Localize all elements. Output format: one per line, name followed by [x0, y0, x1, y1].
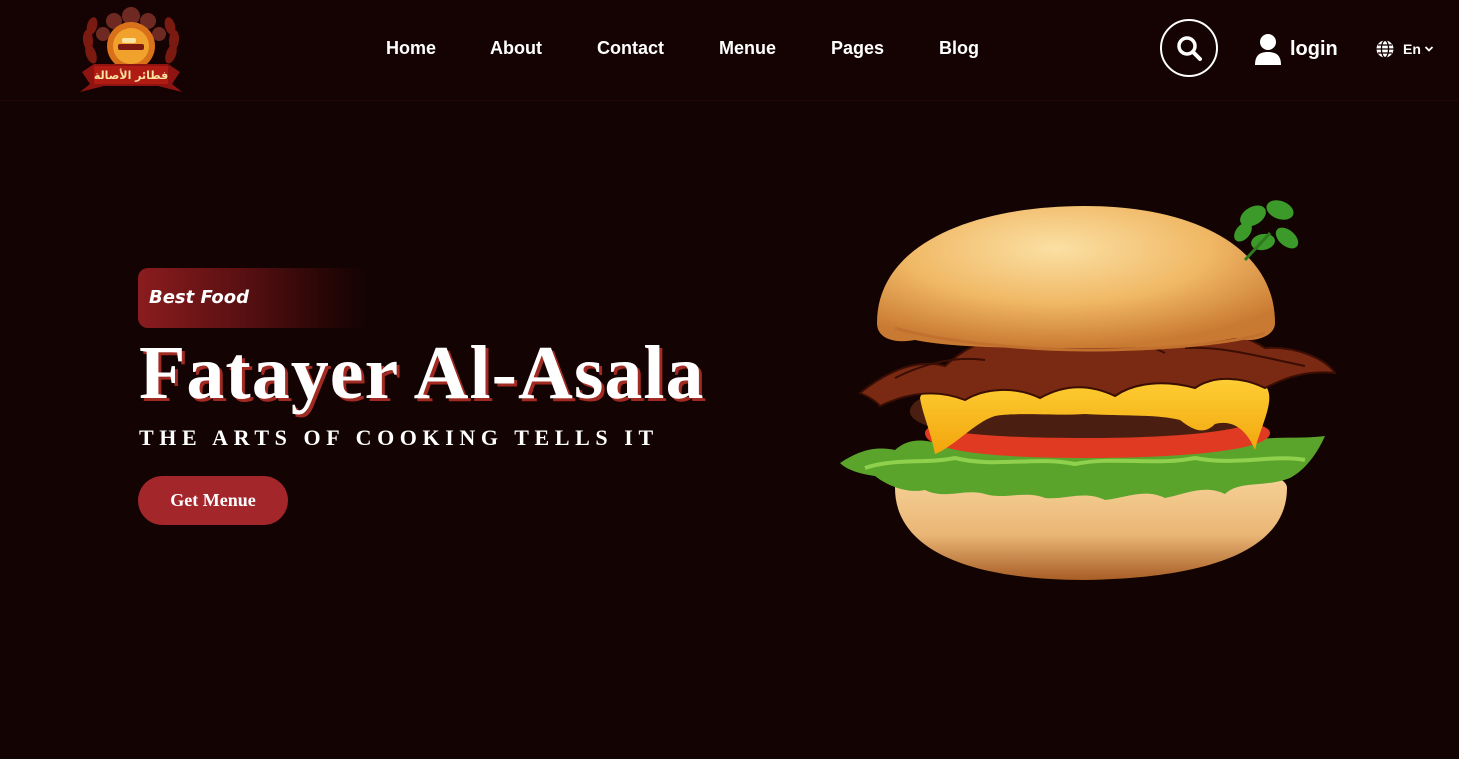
hero-title: Fatayer Al-Asala	[139, 331, 705, 415]
globe-icon	[1376, 39, 1394, 59]
badge-label: Best Food	[149, 287, 250, 308]
site-header: فطائر الأصالة Home About Contact Menue P…	[0, 0, 1459, 101]
search-icon	[1177, 36, 1202, 61]
restaurant-logo[interactable]: فطائر الأصالة	[74, 2, 188, 96]
login-button[interactable]: login	[1254, 32, 1338, 66]
search-button[interactable]	[1160, 19, 1218, 77]
burger-image	[840, 200, 1338, 580]
hero-subtitle: THE ARTS OF COOKING TELLS IT	[139, 425, 659, 450]
nav-pages[interactable]: Pages	[831, 38, 884, 59]
nav-contact[interactable]: Contact	[597, 38, 664, 59]
login-label: login	[1290, 37, 1338, 60]
get-menue-button[interactable]: Get Menue	[138, 476, 288, 525]
best-food-badge: Best Food	[138, 268, 368, 328]
logo-text: فطائر الأصالة	[94, 68, 168, 82]
chevron-down-icon	[1424, 46, 1434, 52]
nav-blog[interactable]: Blog	[939, 38, 979, 59]
user-icon	[1255, 34, 1281, 65]
language-selector[interactable]: En	[1375, 39, 1434, 59]
nav-menue[interactable]: Menue	[719, 38, 776, 59]
nav-about[interactable]: About	[490, 38, 542, 59]
nav-home[interactable]: Home	[386, 38, 436, 59]
language-label: En	[1403, 41, 1421, 57]
